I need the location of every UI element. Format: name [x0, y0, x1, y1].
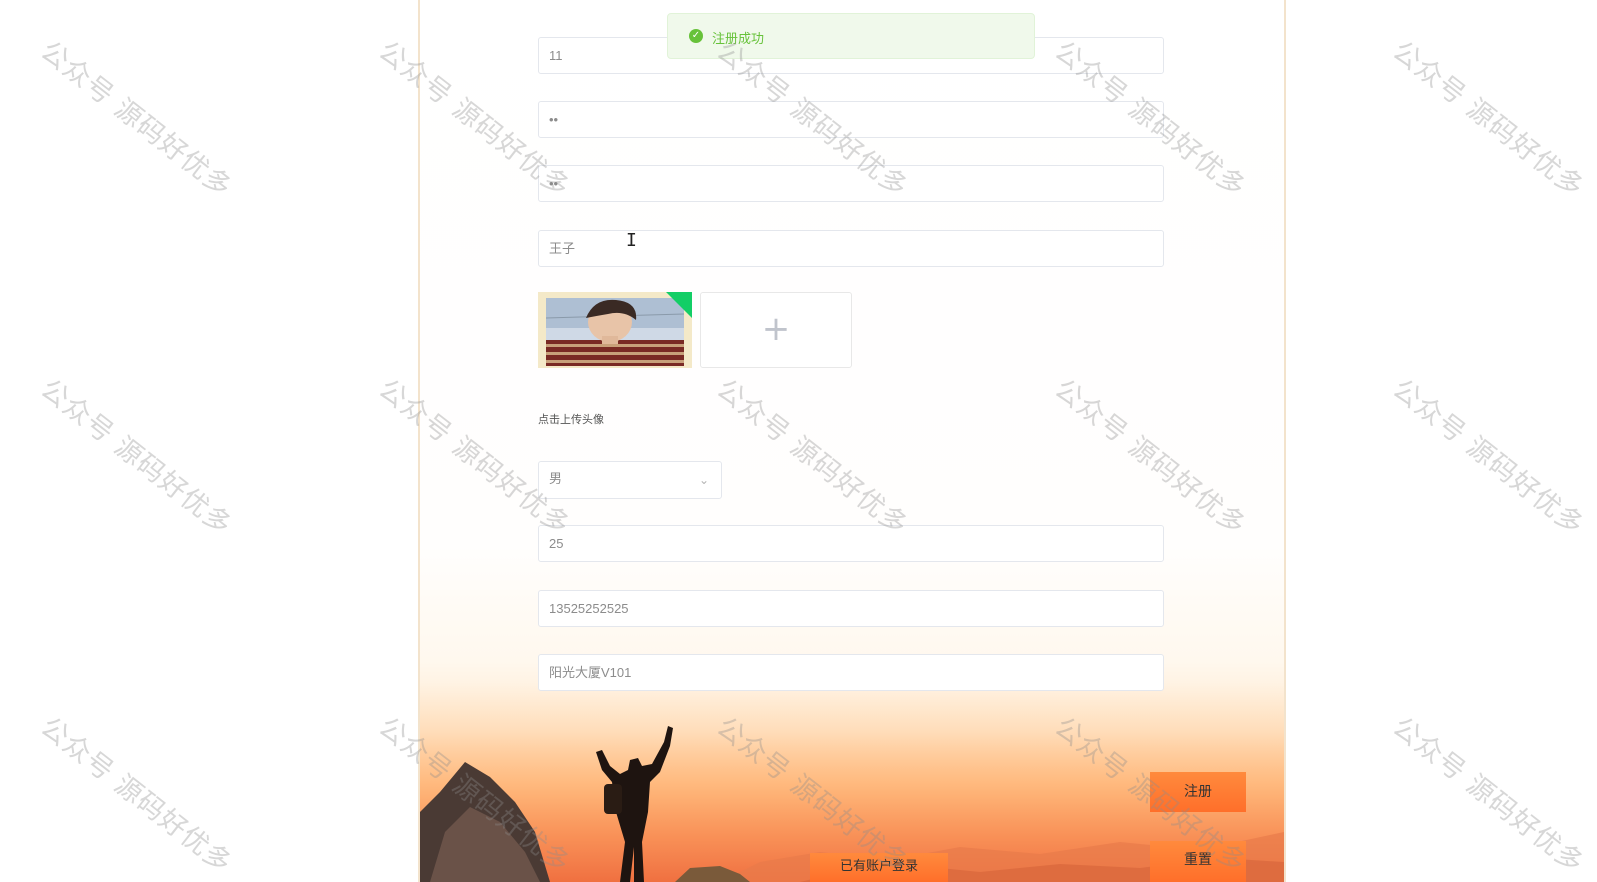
watermark: 公众号 源码好优多: [34, 35, 238, 204]
watermark: 公众号 源码好优多: [34, 373, 238, 542]
register-panel: 11 •• •• 王子 + 点击上传头像 男 ⌄ 25 13525252525 …: [418, 0, 1286, 882]
register-button[interactable]: 注册: [1150, 772, 1246, 812]
success-notification: ✓ 注册成功: [667, 13, 1035, 59]
text-cursor-icon: I: [626, 230, 637, 251]
phone-input[interactable]: 13525252525: [538, 590, 1164, 627]
avatar-upload-hint: 点击上传头像: [538, 413, 604, 426]
password-input[interactable]: ••: [538, 101, 1164, 138]
plus-icon: +: [761, 309, 791, 349]
gender-select[interactable]: 男 ⌄: [538, 461, 722, 499]
chevron-down-icon: ⌄: [698, 473, 709, 487]
watermark: 公众号 源码好优多: [1386, 35, 1590, 204]
registration-page: 11 •• •• 王子 + 点击上传头像 男 ⌄ 25 13525252525 …: [0, 0, 1597, 882]
watermark: 公众号 源码好优多: [1386, 373, 1590, 542]
watermark: 公众号 源码好优多: [1386, 711, 1590, 880]
avatar-preview[interactable]: [538, 292, 692, 368]
reset-button[interactable]: 重置: [1150, 841, 1246, 882]
avatar-upload-button[interactable]: +: [700, 292, 852, 368]
login-link-button[interactable]: 已有账户登录: [810, 853, 948, 882]
address-input[interactable]: 阳光大厦V101: [538, 654, 1164, 691]
notification-message: 注册成功: [712, 32, 765, 47]
success-check-icon: ✓: [689, 29, 703, 43]
age-input[interactable]: 25: [538, 525, 1164, 562]
upload-success-corner-icon: [666, 292, 692, 318]
gender-selected-value: 男: [549, 472, 563, 487]
watermark: 公众号 源码好优多: [34, 711, 238, 880]
confirm-password-input[interactable]: ••: [538, 165, 1164, 202]
